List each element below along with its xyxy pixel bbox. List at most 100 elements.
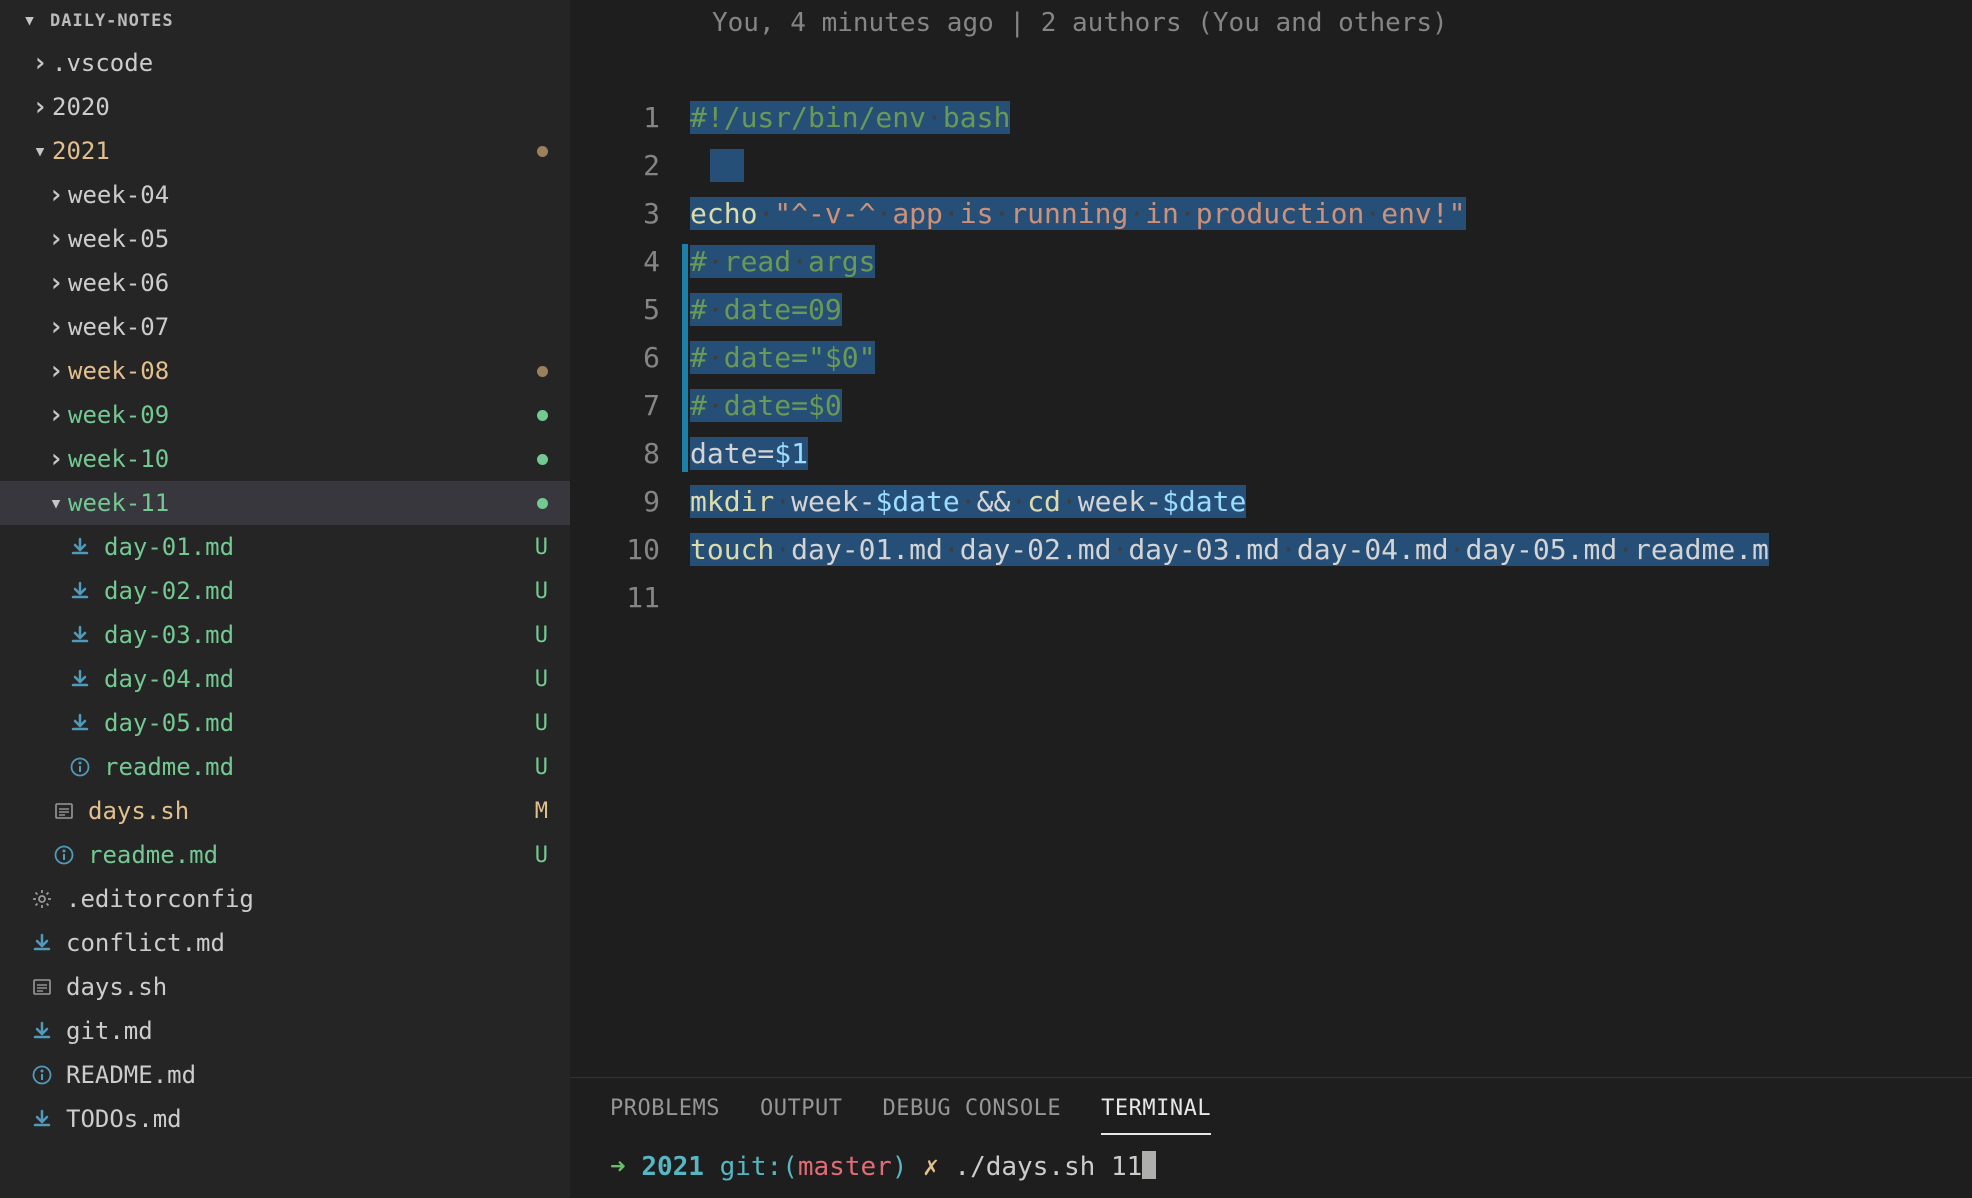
file-day-04-md[interactable]: day-04.mdU [0,657,570,701]
status-untracked: U [535,711,548,736]
file-README-md[interactable]: README.md [0,1053,570,1097]
file-day-01-md[interactable]: day-01.mdU [0,525,570,569]
terminal-cursor [1142,1151,1156,1179]
line-number[interactable]: 8 [570,430,690,478]
md-arrow-icon [68,623,92,647]
code-line-6[interactable]: #·date="$0" [690,334,1769,382]
panel-tab-terminal[interactable]: TERMINAL [1101,1096,1211,1135]
sh-icon [52,799,76,823]
chevron-right-icon [44,356,68,386]
folder-week-07[interactable]: week-07 [0,305,570,349]
tree-item-label: readme.md [104,753,535,781]
line-number[interactable]: 9 [570,478,690,526]
folder-2021[interactable]: 2021 [0,129,570,173]
line-number[interactable]: 5 [570,286,690,334]
status-untracked: U [535,579,548,604]
tree-item-label: day-04.md [104,665,535,693]
chevron-right-icon [44,400,68,430]
file-days-sh[interactable]: days.sh [0,965,570,1009]
line-number[interactable]: 10 [570,526,690,574]
status-untracked: U [535,623,548,648]
folder-week-08[interactable]: week-08 [0,349,570,393]
gear-icon [30,887,54,911]
line-number[interactable]: 2 [570,142,690,190]
file-explorer-sidebar: DAILY-NOTES .vscode 20202021week-04 week-0… [0,0,570,1198]
chevron-right-icon [44,444,68,474]
tree-item-label: week-06 [68,269,548,297]
editor-pane: You, 4 minutes ago | 2 authors (You and … [570,0,1972,1198]
line-number[interactable]: 6 [570,334,690,382]
tree-item-label: week-05 [68,225,548,253]
chevron-right-icon [44,268,68,298]
line-number[interactable]: 1 [570,94,690,142]
chevron-right-icon [44,224,68,254]
git-blame-annotation: You, 4 minutes ago | 2 authors (You and … [570,0,1972,50]
line-number[interactable]: 11 [570,574,690,622]
prompt-git-label: git:( [720,1152,798,1182]
tree-item-label: .editorconfig [66,885,548,913]
code-line-1[interactable]: #!/usr/bin/env·bash [690,94,1769,142]
tree-item-label: days.sh [66,973,548,1001]
panel-tab-problems[interactable]: PROBLEMS [610,1096,720,1135]
status-untracked: U [535,843,548,868]
tree-item-label: week-10 [68,445,537,473]
untracked-dot-icon [537,454,548,465]
md-arrow-icon [30,1107,54,1131]
terminal-command: ./days.sh 11 [954,1152,1142,1182]
file-readme-md[interactable]: readme.mdU [0,833,570,877]
terminal[interactable]: ➜ 2021 git:(master) ✗ ./days.sh 11 [570,1135,1972,1198]
folder--vscode[interactable]: .vscode [0,41,570,85]
sidebar-header[interactable]: DAILY-NOTES [0,0,570,41]
line-number[interactable]: 3 [570,190,690,238]
file-TODOs-md[interactable]: TODOs.md [0,1097,570,1141]
info-icon [68,755,92,779]
line-number[interactable]: 7 [570,382,690,430]
md-arrow-icon [30,931,54,955]
file-day-03-md[interactable]: day-03.mdU [0,613,570,657]
code-line-4[interactable]: #·read·args [690,238,1769,286]
file-conflict-md[interactable]: conflict.md [0,921,570,965]
folder-week-05[interactable]: week-05 [0,217,570,261]
editor-body[interactable]: 1234567891011 #!/usr/bin/env·bash echo·"… [570,50,1972,1077]
tree-item-label: day-02.md [104,577,535,605]
file-git-md[interactable]: git.md [0,1009,570,1053]
folder-week-04[interactable]: week-04 [0,173,570,217]
tree-item-label: day-03.md [104,621,535,649]
sh-icon [30,975,54,999]
code-line-3[interactable]: echo·"^-v-^·app·is·running·in·production… [690,190,1769,238]
file-days-sh[interactable]: days.shM [0,789,570,833]
tree-item-label: day-01.md [104,533,535,561]
panel-tab-debug-console[interactable]: DEBUG CONSOLE [882,1096,1061,1135]
code-line-2[interactable] [690,142,1769,190]
diff-indicator [682,244,688,472]
line-number-gutter[interactable]: 1234567891011 [570,50,690,1077]
tree-item-label: days.sh [88,797,535,825]
tree-item-label: TODOs.md [66,1105,548,1133]
folder-week-10[interactable]: week-10 [0,437,570,481]
tree-item-label: .vscode [52,49,548,77]
code-line-9[interactable]: mkdir·week-$date·&&·cd·week-$date [690,478,1769,526]
panel-tab-output[interactable]: OUTPUT [760,1096,842,1135]
code-area[interactable]: #!/usr/bin/env·bash echo·"^-v-^·app·is·r… [690,50,1769,1077]
file--editorconfig[interactable]: .editorconfig [0,877,570,921]
prompt-arrow-icon: ➜ [610,1152,626,1182]
folder-2020[interactable]: 2020 [0,85,570,129]
code-line-5[interactable]: #·date=09 [690,286,1769,334]
code-line-7[interactable]: #·date=$0 [690,382,1769,430]
chevron-right-icon [44,312,68,342]
info-icon [52,843,76,867]
chevron-down-icon [18,8,42,33]
tree-item-label: week-11 [68,489,537,517]
file-day-05-md[interactable]: day-05.mdU [0,701,570,745]
folder-week-09[interactable]: week-09 [0,393,570,437]
file-day-02-md[interactable]: day-02.mdU [0,569,570,613]
modified-dot-icon [537,366,548,377]
line-number[interactable]: 4 [570,238,690,286]
file-readme-md[interactable]: readme.mdU [0,745,570,789]
code-line-10[interactable]: touch·day-01.md·day-02.md·day-03.md·day-… [690,526,1769,574]
folder-week-06[interactable]: week-06 [0,261,570,305]
tree-item-label: git.md [66,1017,548,1045]
folder-week-11[interactable]: week-11 [0,481,570,525]
prompt-dirty-icon: ✗ [923,1152,939,1182]
code-line-8[interactable]: date=$1 [690,430,1769,478]
